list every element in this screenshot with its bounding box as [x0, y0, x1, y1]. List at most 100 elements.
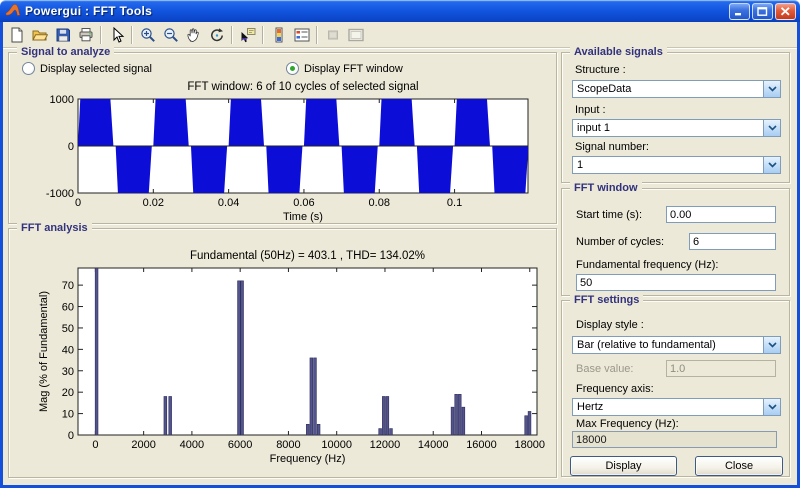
titlebar[interactable]: Powergui : FFT Tools	[0, 0, 800, 22]
fundamental-frequency-input[interactable]	[576, 274, 776, 291]
svg-text:40: 40	[62, 344, 74, 356]
svg-text:14000: 14000	[418, 439, 449, 451]
zoom-in-icon[interactable]	[136, 24, 159, 45]
start-time-input[interactable]	[666, 206, 776, 223]
insert-legend-icon[interactable]	[290, 24, 313, 45]
svg-text:-1000: -1000	[46, 188, 74, 200]
display-style-value: Bar (relative to fundamental)	[573, 339, 763, 351]
maximize-button[interactable]	[752, 3, 773, 20]
radio-selected-icon[interactable]	[286, 62, 299, 75]
max-frequency-label: Max Frequency (Hz):	[576, 418, 679, 430]
print-icon[interactable]	[74, 24, 97, 45]
svg-text:0.08: 0.08	[369, 197, 390, 209]
svg-text:0: 0	[68, 141, 74, 153]
svg-text:Time (s): Time (s)	[283, 211, 323, 223]
input-label: Input :	[575, 104, 606, 116]
window-title: Powergui : FFT Tools	[25, 4, 152, 18]
fft-settings-panel: FFT settings Display style : Bar (relati…	[561, 300, 790, 477]
svg-text:FFT window: 6 of 10 cycles of: FFT window: 6 of 10 cycles of selected s…	[187, 81, 418, 93]
toolbar-separator	[100, 26, 102, 44]
svg-text:30: 30	[62, 366, 74, 378]
fundamental-frequency-label: Fundamental frequency (Hz):	[576, 259, 718, 271]
svg-text:18000: 18000	[514, 439, 545, 451]
chevron-down-icon[interactable]	[763, 120, 780, 136]
show-plot-tools-icon	[344, 24, 367, 45]
powergui-fft-tools-window: Powergui : FFT Tools	[0, 0, 800, 488]
chevron-down-icon[interactable]	[763, 81, 780, 97]
save-icon[interactable]	[51, 24, 74, 45]
svg-text:60: 60	[62, 302, 74, 314]
svg-text:20: 20	[62, 387, 74, 399]
pan-hand-icon[interactable]	[182, 24, 205, 45]
close-button[interactable]	[775, 3, 796, 20]
fft-settings-title: FFT settings	[570, 294, 643, 307]
svg-text:0.02: 0.02	[143, 197, 164, 209]
arrow-cursor-icon[interactable]	[105, 24, 128, 45]
svg-text:0: 0	[75, 197, 81, 209]
input-select[interactable]: input 1	[572, 119, 781, 137]
svg-text:70: 70	[62, 280, 74, 292]
number-of-cycles-input[interactable]	[689, 233, 776, 250]
display-style-select[interactable]: Bar (relative to fundamental)	[572, 336, 781, 354]
chevron-down-icon[interactable]	[763, 399, 780, 415]
minimize-button[interactable]	[729, 3, 750, 20]
available-signals-title: Available signals	[570, 46, 667, 59]
rotate-3d-icon[interactable]	[205, 24, 228, 45]
chevron-down-icon[interactable]	[763, 157, 780, 173]
toolbar-separator	[262, 26, 264, 44]
signal-number-label: Signal number:	[575, 141, 649, 153]
svg-text:10: 10	[62, 409, 74, 421]
dialog-content: Signal to analyze Display selected signa…	[3, 48, 797, 485]
svg-text:Fundamental (50Hz) = 403.1 , T: Fundamental (50Hz) = 403.1 , THD= 134.02…	[190, 250, 425, 262]
toolbar-separator	[316, 26, 318, 44]
start-time-label: Start time (s):	[576, 209, 642, 221]
base-value-label: Base value:	[576, 363, 633, 375]
radio-label: Display FFT window	[304, 63, 403, 75]
available-signals-panel: Available signals Structure : ScopeData …	[561, 52, 790, 183]
insert-colorbar-icon[interactable]	[267, 24, 290, 45]
toolbar-separator	[231, 26, 233, 44]
radio-display-fft-window[interactable]: Display FFT window	[286, 62, 403, 75]
svg-text:6000: 6000	[228, 439, 252, 451]
fft-spectrum-chart: 0200040006000800010000120001400016000180…	[9, 243, 556, 475]
svg-text:Mag (% of Fundamental): Mag (% of Fundamental)	[38, 291, 50, 412]
zoom-out-icon[interactable]	[159, 24, 182, 45]
radio-display-selected-signal[interactable]: Display selected signal	[22, 62, 152, 75]
radio-icon[interactable]	[22, 62, 35, 75]
chevron-down-icon[interactable]	[763, 337, 780, 353]
frequency-axis-select[interactable]: Hertz	[572, 398, 781, 416]
structure-label: Structure :	[575, 64, 626, 76]
cycles-label: Number of cycles:	[576, 236, 664, 248]
display-style-label: Display style :	[576, 319, 644, 331]
svg-text:50: 50	[62, 323, 74, 335]
radio-label: Display selected signal	[40, 63, 152, 75]
display-button[interactable]: Display	[570, 456, 677, 476]
open-folder-icon[interactable]	[28, 24, 51, 45]
frequency-axis-value: Hertz	[573, 401, 763, 413]
svg-text:4000: 4000	[180, 439, 204, 451]
signal-panel-title: Signal to analyze	[17, 46, 114, 59]
svg-text:12000: 12000	[370, 439, 401, 451]
frequency-axis-label: Frequency axis:	[576, 383, 654, 395]
structure-value: ScopeData	[573, 83, 763, 95]
svg-text:Frequency (Hz): Frequency (Hz)	[270, 453, 346, 465]
data-cursor-icon[interactable]	[236, 24, 259, 45]
svg-text:8000: 8000	[276, 439, 300, 451]
svg-text:0.1: 0.1	[447, 197, 462, 209]
fft-window-title: FFT window	[570, 182, 642, 195]
new-document-icon[interactable]	[5, 24, 28, 45]
svg-text:0: 0	[68, 430, 74, 442]
toolbar-separator	[131, 26, 133, 44]
signal-number-select[interactable]: 1	[572, 156, 781, 174]
structure-select[interactable]: ScopeData	[572, 80, 781, 98]
svg-text:0.06: 0.06	[293, 197, 314, 209]
svg-text:1000: 1000	[50, 94, 74, 106]
svg-text:0: 0	[92, 439, 98, 451]
svg-text:0.04: 0.04	[218, 197, 239, 209]
signal-number-value: 1	[573, 159, 763, 171]
svg-text:2000: 2000	[131, 439, 155, 451]
input-value: input 1	[573, 122, 763, 134]
max-frequency-input[interactable]	[572, 431, 777, 448]
fft-analysis-panel: FFT analysis 020004000600080001000012000…	[8, 228, 557, 478]
close-button-action[interactable]: Close	[695, 456, 783, 476]
